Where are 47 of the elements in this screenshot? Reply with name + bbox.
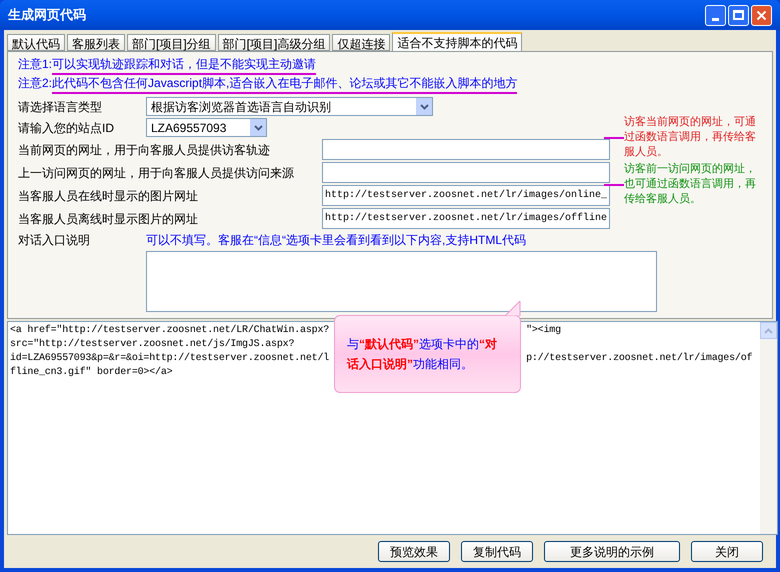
window-title: 生成网页代码	[8, 6, 87, 24]
tab[interactable]: 客服列表	[67, 34, 125, 51]
field-label: 对话入口说明	[18, 232, 91, 249]
dialog-button[interactable]: 复制代码	[461, 541, 533, 562]
code-text: "><img	[526, 324, 561, 338]
close-icon[interactable]	[751, 4, 772, 26]
code-text: fline_cn3.gif" border=0></a>	[10, 366, 172, 380]
field-label: 请输入您的站点ID	[18, 120, 115, 136]
annotation-text: 访客当前网页的网址，可通过函数语言调用，再传给客服人员。	[624, 115, 757, 160]
tab[interactable]: 仅超连接	[332, 34, 390, 51]
tab[interactable]: 部门[项目]分组	[127, 34, 216, 51]
url-input-field[interactable]: http://testserver.zoosnet.net/lr/images/offline	[322, 208, 610, 229]
url-input-field[interactable]: http://testserver.zoosnet.net/lr/images/online_	[322, 185, 610, 206]
language-dropdown[interactable]: 根据访客浏览器首选语言自动识别	[146, 97, 433, 116]
note-text: 可以实现轨迹跟踪和对话，但是不能实现主动邀请	[52, 56, 316, 75]
field-label: 当客服人员离线时显示图片的网址	[18, 210, 198, 228]
maximize-icon[interactable]	[728, 4, 749, 26]
note-label: 注意2:	[18, 75, 52, 92]
url-input-field[interactable]	[322, 139, 610, 160]
field-label: 当前网页的网址，用于向客服人员提供访客轨迹	[18, 142, 270, 158]
site-id-combo[interactable]: LZA69557093	[146, 118, 267, 137]
note-text: 此代码不包含任何Javascript脚本,适合嵌入在电子邮件、论坛或其它不能嵌入脚本的地方	[52, 75, 518, 94]
dialog-button[interactable]: 关闭	[691, 541, 763, 562]
url-input-field[interactable]	[322, 162, 610, 183]
leader-line	[604, 184, 624, 186]
code-text: id=LZA69557093&p=&r=&oi=http://testserver.zoosnet.net/l	[10, 352, 330, 366]
tab[interactable]: 默认代码	[7, 34, 65, 51]
tab[interactable]: 适合不支持脚本的代码	[392, 32, 522, 51]
dialog-button[interactable]: 更多说明的示例	[544, 541, 680, 562]
code-text: <a href="http://testserver.zoosnet.net/LR/ChatWin.aspx?	[10, 324, 330, 338]
note-label: 注意1:	[18, 56, 52, 73]
hint-text: 可以不填写。客服在“信息“选项卡里会看到看到以下内容,支持HTML代码	[146, 232, 526, 249]
leader-line	[604, 136, 624, 138]
field-label: 当客服人员在线时显示的图片网址	[18, 188, 198, 204]
scroll-up-icon[interactable]	[760, 322, 777, 339]
callout-text: 与“默认代码”选项卡中的“对话入口说明”功能相同。	[347, 336, 498, 373]
dialog-button[interactable]: 预览效果	[378, 541, 450, 562]
code-text: p://testserver.zoosnet.net/lr/images/of	[526, 352, 752, 366]
scrollbar[interactable]	[760, 322, 777, 534]
field-label: 请选择语言类型	[18, 98, 103, 116]
code-text: src="http://testserver.zoosnet.net/js/ImgJS.aspx?	[10, 338, 294, 352]
minimize-icon[interactable]	[705, 4, 726, 26]
tab[interactable]: 部门[项目]高级分组	[218, 34, 330, 51]
code-text-area[interactable]	[7, 321, 778, 535]
entry-text-area[interactable]	[146, 251, 657, 312]
field-label: 上一访问网页的网址，用于向客服人员提供访问来源	[18, 164, 294, 182]
annotation-text: 访客前一访问网页的网址，也可通过函数语言调用，再传给客服人员。	[624, 162, 757, 207]
